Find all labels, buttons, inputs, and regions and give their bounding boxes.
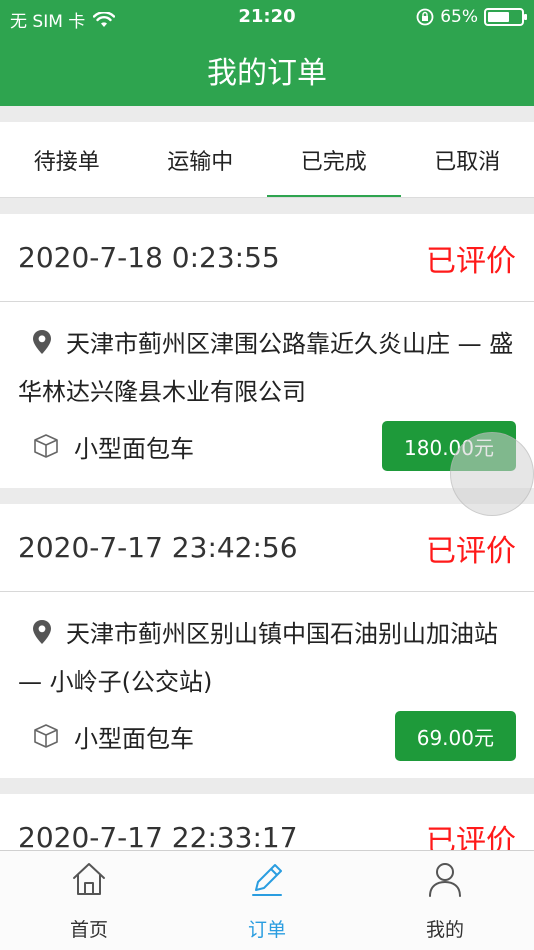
location-pin-icon	[33, 330, 51, 354]
rotation-lock-icon	[416, 8, 434, 26]
tab-completed[interactable]: 已完成	[267, 122, 401, 197]
page-title: 我的订单	[0, 34, 534, 106]
order-vehicle: 小型面包车	[18, 719, 194, 754]
home-icon	[73, 863, 105, 895]
order-vehicle: 小型面包车	[18, 429, 194, 464]
order-card-header: 2020-7-18 0:23:55 已评价	[0, 214, 534, 302]
nav-home-label: 首页	[69, 919, 108, 941]
tab-pending[interactable]: 待接单	[0, 122, 134, 197]
tab-cancelled[interactable]: 已取消	[401, 122, 534, 197]
battery-percent: 65%	[440, 7, 478, 27]
order-vehicle-row: 小型面包车 180.00元	[18, 420, 516, 472]
battery-icon	[484, 8, 527, 26]
order-vehicle-row: 小型面包车 69.00元	[18, 710, 516, 762]
location-pin-icon	[33, 620, 51, 644]
nav-orders[interactable]: 订单	[178, 851, 356, 950]
order-status: 已评价	[426, 533, 516, 569]
order-status: 已评价	[426, 243, 516, 279]
order-vehicle-text: 小型面包车	[74, 434, 194, 463]
nav-orders-label: 订单	[247, 919, 286, 941]
order-card[interactable]: 2020-7-18 0:23:55 已评价 天津市蓟州区津围公路靠近久炎山庄 —…	[0, 214, 534, 488]
edit-icon	[252, 864, 282, 896]
tab-in-transit[interactable]: 运输中	[134, 122, 268, 197]
package-icon	[34, 724, 58, 748]
assistive-touch-button[interactable]	[450, 432, 534, 516]
order-route: 天津市蓟州区津围公路靠近久炎山庄 — 盛华林达兴隆县木业有限公司	[18, 320, 516, 416]
order-time: 2020-7-18 0:23:55	[18, 241, 280, 274]
package-icon	[34, 434, 58, 458]
order-list: 2020-7-18 0:23:55 已评价 天津市蓟州区津围公路靠近久炎山庄 —…	[0, 214, 534, 898]
order-route: 天津市蓟州区别山镇中国石油别山加油站 — 小岭子(公交站)	[18, 610, 516, 706]
order-tabs: 待接单 运输中 已完成 已取消	[0, 122, 534, 198]
order-route-text: 天津市蓟州区别山镇中国石油别山加油站 — 小岭子(公交站)	[18, 620, 498, 696]
nav-mine-label: 我的	[425, 919, 464, 941]
order-card[interactable]: 2020-7-17 23:42:56 已评价 天津市蓟州区别山镇中国石油别山加油…	[0, 504, 534, 778]
bottom-nav: 首页 订单 我的	[0, 850, 534, 950]
status-bar: 无 SIM 卡 21:20 65%	[0, 0, 534, 34]
order-price-badge: 69.00元	[394, 711, 516, 761]
order-card-body: 天津市蓟州区别山镇中国石油别山加油站 — 小岭子(公交站) 小型面包车 69.0…	[0, 592, 534, 778]
order-time: 2020-7-17 23:42:56	[18, 531, 298, 564]
order-vehicle-text: 小型面包车	[74, 724, 194, 753]
nav-home[interactable]: 首页	[0, 851, 178, 950]
order-card-header: 2020-7-17 23:42:56 已评价	[0, 504, 534, 592]
status-right: 65%	[416, 7, 527, 27]
nav-mine[interactable]: 我的	[356, 851, 534, 950]
order-route-text: 天津市蓟州区津围公路靠近久炎山庄 — 盛华林达兴隆县木业有限公司	[18, 330, 514, 406]
user-icon	[429, 863, 461, 897]
screen: 无 SIM 卡 21:20 65% 我的订单 待接单 运输中 已完成 已取消 2…	[0, 0, 534, 950]
